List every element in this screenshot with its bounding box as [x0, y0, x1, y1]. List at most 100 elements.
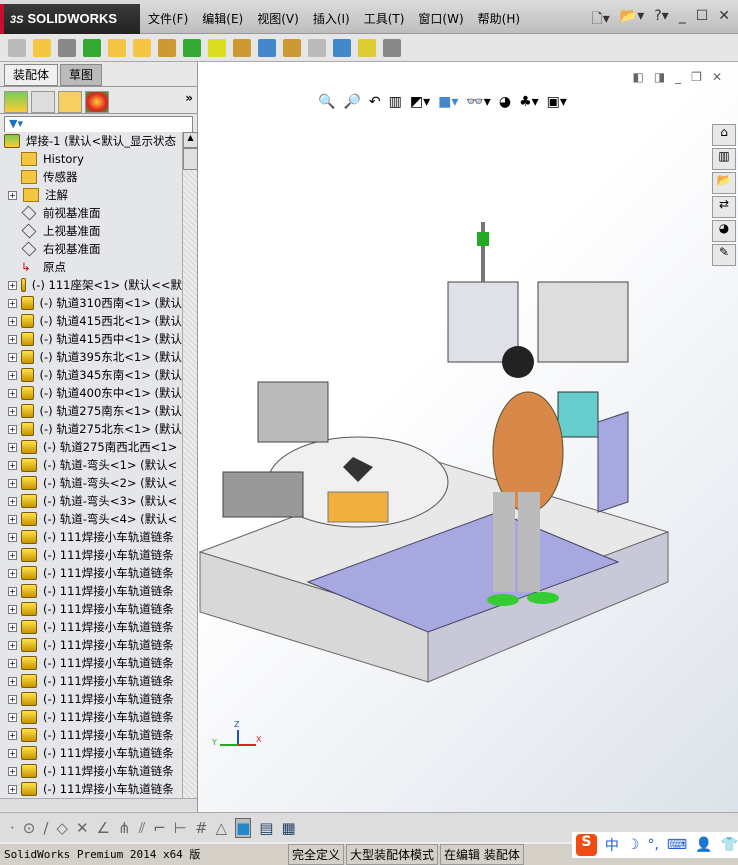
expand-toggle[interactable]: +	[8, 352, 17, 362]
toolbar-tool-icon[interactable]	[258, 38, 276, 57]
expand-toggle[interactable]: +	[8, 298, 17, 308]
tab-sketch[interactable]: 草图	[60, 64, 103, 86]
halfwidth-icon[interactable]: ☽	[627, 837, 640, 853]
expand-toggle[interactable]: +	[8, 478, 17, 488]
expand-toggle[interactable]: +	[8, 334, 17, 344]
toolbar-tool-icon[interactable]	[383, 38, 401, 57]
tree-item[interactable]: + (-) 111座架<1> (默认<<默	[0, 276, 182, 294]
expand-toggle[interactable]: +	[8, 514, 17, 524]
menu-item[interactable]: 编辑(E)	[202, 10, 243, 27]
tree-item[interactable]: + (-) 111焊接小车轨道链条	[0, 528, 182, 546]
tree-item[interactable]: + (-) 111焊接小车轨道链条	[0, 690, 182, 708]
tree-item[interactable]: + (-) 轨道-弯头<3> (默认<	[0, 492, 182, 510]
line-icon[interactable]: /	[43, 819, 48, 837]
tree-item[interactable]: 右视基准面	[0, 240, 182, 258]
ime-language[interactable]: 中	[605, 835, 619, 855]
configuration-manager-tab[interactable]	[58, 91, 82, 113]
grid-icon[interactable]: #	[195, 819, 208, 837]
toolbar-tool-icon[interactable]	[283, 38, 301, 57]
corner-icon[interactable]: ⌐	[153, 819, 166, 837]
design-library-icon[interactable]: ▥	[712, 148, 736, 170]
toolbar-tool-icon[interactable]	[158, 38, 176, 57]
expand-toggle[interactable]: +	[8, 586, 17, 596]
tree-item[interactable]: + (-) 轨道415西中<1> (默认	[0, 330, 182, 348]
tree-item[interactable]: + (-) 轨道345东南<1> (默认	[0, 366, 182, 384]
tile-icon[interactable]: ▦	[281, 819, 295, 837]
polygon-icon[interactable]: ◇	[56, 819, 68, 837]
offset-icon[interactable]: ⫽	[139, 819, 146, 837]
toolbar-tool-icon[interactable]	[108, 38, 126, 57]
tree-item[interactable]: ↳ 原点	[0, 258, 182, 276]
expand-toggle[interactable]: +	[8, 496, 17, 506]
toolbar-tool-icon[interactable]	[308, 38, 326, 57]
toolbar-tool-icon[interactable]	[83, 38, 101, 57]
expand-toggle[interactable]: +	[8, 730, 17, 740]
close-button[interactable]: ✕	[718, 8, 730, 32]
mirror-icon[interactable]: ⋔	[118, 819, 131, 837]
ime-toolbar[interactable]: S 中 ☽ °, ⌨ 👤 👕	[572, 832, 738, 858]
tree-item[interactable]: + (-) 111焊接小车轨道链条	[0, 762, 182, 780]
tree-item[interactable]: + (-) 轨道-弯头<1> (默认<	[0, 456, 182, 474]
expand-toggle[interactable]: +	[8, 622, 17, 632]
expand-toggle[interactable]: +	[8, 766, 17, 776]
toolbar-tool-icon[interactable]	[133, 38, 151, 57]
menu-item[interactable]: 文件(F)	[148, 10, 188, 27]
expand-toggle[interactable]: +	[8, 190, 17, 200]
restore-button[interactable]: ☐	[696, 8, 709, 32]
toolbar-tool-icon[interactable]	[33, 38, 51, 57]
custom-properties-icon[interactable]: ✎	[712, 244, 736, 266]
window-icon[interactable]: ▤	[259, 819, 273, 837]
minimize-button[interactable]: _	[679, 8, 686, 32]
toolbar-tool-icon[interactable]	[333, 38, 351, 57]
expand-toggle[interactable]: +	[8, 316, 17, 326]
tree-horizontal-scrollbar[interactable]	[0, 798, 197, 811]
tree-item[interactable]: + (-) 111焊接小车轨道链条	[0, 744, 182, 762]
solidworks-logo[interactable]: 3S SOLIDWORKS	[0, 4, 140, 34]
expand-toggle[interactable]: +	[8, 442, 17, 452]
tree-item[interactable]: + (-) 111焊接小车轨道链条	[0, 546, 182, 564]
tree-item[interactable]: 前视基准面	[0, 204, 182, 222]
triangle-icon[interactable]: △	[216, 819, 228, 837]
expand-toggle[interactable]: +	[8, 694, 17, 704]
file-explorer-icon[interactable]: 📂	[712, 172, 736, 194]
expand-toggle[interactable]: +	[8, 406, 17, 416]
tree-item[interactable]: + (-) 111焊接小车轨道链条	[0, 564, 182, 582]
tree-item[interactable]: + (-) 轨道-弯头<2> (默认<	[0, 474, 182, 492]
tree-item[interactable]: + (-) 轨道415西北<1> (默认	[0, 312, 182, 330]
expand-toggle[interactable]: +	[8, 784, 17, 794]
menu-item[interactable]: 工具(T)	[364, 10, 405, 27]
tree-item[interactable]: History	[0, 150, 182, 168]
toolbar-tool-icon[interactable]	[8, 38, 26, 57]
expand-toggle[interactable]: +	[8, 658, 17, 668]
tree-item[interactable]: 焊接-1 (默认<默认_显示状态	[0, 132, 182, 150]
circle-icon[interactable]: ⊙	[23, 819, 36, 837]
menu-item[interactable]: 视图(V)	[257, 10, 299, 27]
toolbar-tool-icon[interactable]	[58, 38, 76, 57]
menu-item[interactable]: 窗口(W)	[418, 10, 463, 27]
expand-toggle[interactable]: +	[8, 370, 17, 380]
punctuation-icon[interactable]: °,	[647, 837, 658, 853]
trim-icon[interactable]: ✕	[76, 819, 89, 837]
tree-item[interactable]: + (-) 111焊接小车轨道链条	[0, 672, 182, 690]
tree-item[interactable]: + (-) 111焊接小车轨道链条	[0, 708, 182, 726]
graphics-area[interactable]: ◧ ◨ _ ❐ ✕ 🔍 🔎 ↶ ▥ ◩▾ ■▾ 👓▾ ◕ ♣▾ ▣▾ Z Y X	[198, 62, 738, 812]
home-icon[interactable]: ⌂	[712, 124, 736, 146]
expand-toggle[interactable]: +	[8, 748, 17, 758]
display-manager-tab[interactable]	[85, 91, 109, 113]
tree-item[interactable]: + (-) 轨道-弯头<4> (默认<	[0, 510, 182, 528]
dimension-icon[interactable]: ⊢	[174, 819, 187, 837]
expand-toggle[interactable]: +	[8, 280, 17, 290]
feature-manager-tab[interactable]	[4, 91, 28, 113]
tree-item[interactable]: + (-) 111焊接小车轨道链条	[0, 618, 182, 636]
appearances-icon[interactable]: ◕	[712, 220, 736, 242]
tree-item[interactable]: + (-) 轨道310西南<1> (默认	[0, 294, 182, 312]
tab-assembly[interactable]: 装配体	[4, 64, 59, 86]
expand-toggle[interactable]: +	[8, 532, 17, 542]
view-palette-icon[interactable]: ⇄	[712, 196, 736, 218]
expand-toggle[interactable]: +	[8, 424, 17, 434]
tree-item[interactable]: + 注解	[0, 186, 182, 204]
toolbar-tool-icon[interactable]	[183, 38, 201, 57]
menu-item[interactable]: 插入(I)	[313, 10, 350, 27]
3d-view-icon[interactable]: ■	[235, 817, 252, 838]
tree-item[interactable]: 上视基准面	[0, 222, 182, 240]
